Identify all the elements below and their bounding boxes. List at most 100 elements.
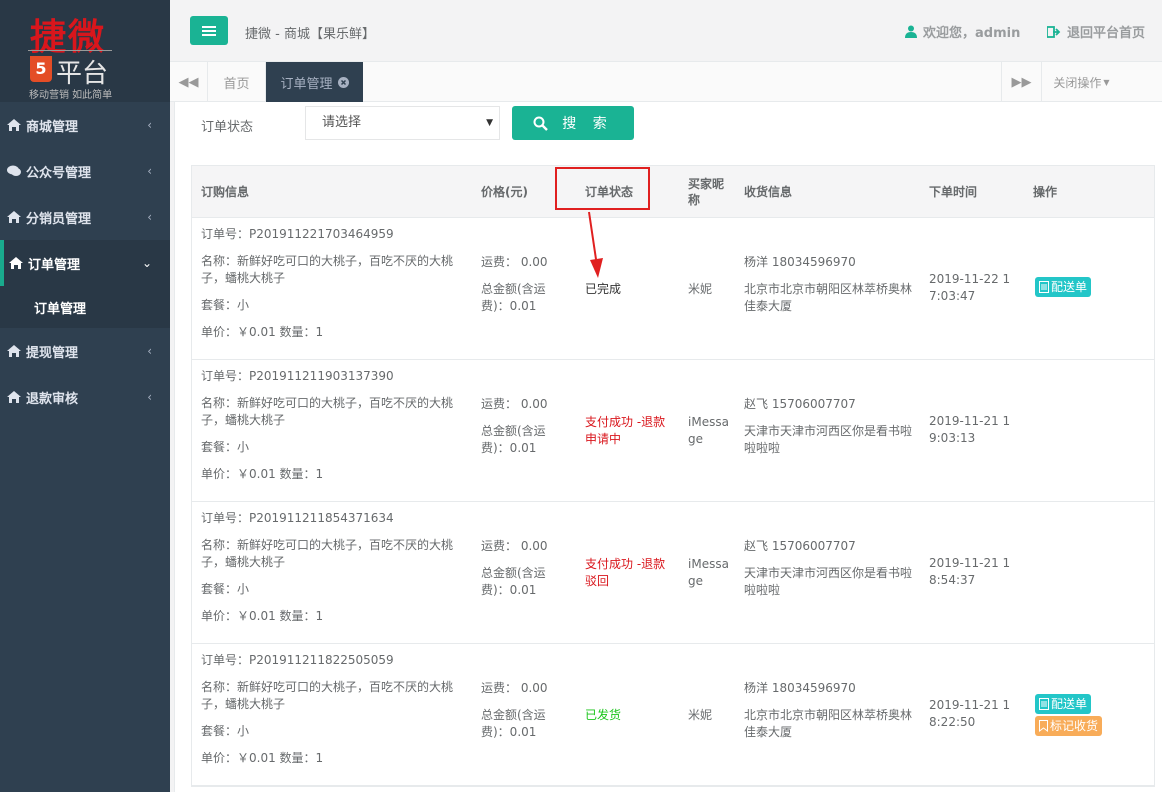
order-number: 订单号：P201911211854371634: [201, 511, 394, 525]
exit-platform-link[interactable]: 退回平台首页: [1047, 22, 1145, 41]
contact: 杨洋 18034596970: [744, 681, 856, 695]
main-content: 订单状态 请选择 ▼ 搜 索 订购信息 价格(元) 订单状态 买家昵称 收货信息…: [174, 102, 1162, 792]
menu-toggle-button[interactable]: [190, 16, 228, 45]
search-button[interactable]: 搜 索: [512, 106, 634, 140]
comments-icon: [7, 165, 21, 176]
address: 天津市天津市河西区你是看书啦啦啦啦: [744, 424, 913, 455]
sidebar-item-label: 商城管理: [26, 119, 79, 135]
sidebar-item-distributor[interactable]: 分销员管理 ‹: [0, 194, 170, 240]
breadcrumb: 捷微 - 商城【果乐鲜】: [245, 27, 375, 42]
order-time: 2019-11-21 18:54:37: [929, 556, 1011, 587]
sidebar-item-label: 退款审核: [26, 391, 79, 407]
table-row: 订单号：P201911211854371634 名称：新鲜好吃可口的大桃子，百吃…: [192, 502, 1154, 644]
total: 总金额(含运费)：0.01: [481, 424, 546, 455]
welcome-text: 欢迎您，admin: [923, 26, 1021, 41]
html5-icon: 5: [30, 56, 52, 82]
close-ops-label: 关闭操作: [1053, 75, 1102, 90]
chevron-left-icon: ‹: [147, 118, 152, 132]
product-name: 名称：新鲜好吃可口的大桃子，百吃不厌的大桃子，蟠桃大桃子: [201, 538, 454, 569]
search-button-label: 搜 索: [562, 116, 613, 132]
sidebar: 捷微 5 平台 移动营销 如此简单 商城管理 ‹ 公众号管理 ‹ 分销员管理 ‹…: [0, 0, 170, 792]
freight: 运费： 0.00: [481, 539, 548, 553]
forward-icon: ▶▶: [1011, 74, 1032, 90]
sidebar-item-label: 分销员管理: [26, 211, 92, 227]
price-info: 运费： 0.00 总金额(含运费)：0.01: [481, 396, 559, 457]
caret-down-icon: ▼: [1103, 77, 1110, 87]
address: 北京市北京市朝阳区林萃桥奥林佳泰大厦: [744, 282, 913, 313]
sidebar-item-refund[interactable]: 退款审核 ‹: [0, 374, 170, 420]
total: 总金额(含运费)：0.01: [481, 566, 546, 597]
product-name: 名称：新鲜好吃可口的大桃子，百吃不厌的大桃子，蟠桃大桃子: [201, 254, 454, 285]
unit-price: 单价：￥0.01 数量：1: [201, 325, 324, 339]
price-info: 运费： 0.00 总金额(含运费)：0.01: [481, 254, 559, 315]
price-info: 运费： 0.00 总金额(含运费)：0.01: [481, 680, 559, 741]
table-row: 订单号：P201911211822505059 名称：新鲜好吃可口的大桃子，百吃…: [192, 644, 1154, 786]
product-name: 名称：新鲜好吃可口的大桃子，百吃不厌的大桃子，蟠桃大桃子: [201, 680, 454, 711]
sidebar-item-withdraw[interactable]: 提现管理 ‹: [0, 328, 170, 374]
chevron-left-icon: ‹: [147, 344, 152, 358]
tab-scroll-left-button[interactable]: ◀◀: [170, 62, 208, 102]
chevron-down-icon: ⌄: [141, 256, 152, 270]
order-status: 支付成功 -退款申请中: [585, 415, 666, 446]
select-value: 请选择: [322, 115, 362, 130]
sidebar-item-label: 提现管理: [26, 345, 79, 361]
order-status: 支付成功 -退款驳回: [585, 557, 666, 588]
top-header: 捷微 - 商城【果乐鲜】 欢迎您，admin 退回平台首页: [170, 0, 1162, 62]
mark-received-button[interactable]: 标记收货: [1035, 716, 1103, 736]
tab-scroll-right-button[interactable]: ▶▶: [1001, 62, 1041, 102]
sidebar-subitem-orders[interactable]: 订单管理: [0, 286, 170, 328]
total: 总金额(含运费)：0.01: [481, 282, 546, 313]
chevron-left-icon: ‹: [147, 164, 152, 178]
logo: 捷微 5 平台 移动营销 如此简单: [0, 0, 170, 102]
backward-icon: ◀◀: [178, 74, 199, 90]
close-circle-icon[interactable]: [337, 76, 349, 88]
order-time: 2019-11-22 17:03:47: [929, 272, 1011, 303]
order-info: 订单号：P201911221703464959 名称：新鲜好吃可口的大桃子，百吃…: [201, 226, 471, 351]
table-row: 订单号：P201911211903137390 名称：新鲜好吃可口的大桃子，百吃…: [192, 360, 1154, 502]
order-status: 已完成: [585, 282, 622, 296]
header-ops: 操作: [1033, 185, 1058, 199]
contact: 杨洋 18034596970: [744, 255, 856, 269]
buyer-nickname: iMessage: [688, 557, 729, 588]
arrow-annotation-icon: [588, 211, 603, 278]
home-icon: [7, 391, 21, 403]
header-price: 价格(元): [481, 185, 528, 199]
order-status: 已发货: [585, 708, 622, 722]
header-info: 订购信息: [201, 185, 250, 199]
order-ops: 配送单 标记收货: [1035, 694, 1103, 738]
unit-price: 单价：￥0.01 数量：1: [201, 609, 324, 623]
buyer-nickname: 米妮: [688, 282, 713, 296]
logo-divider: [28, 50, 112, 51]
tabs-bar: ◀◀ 首页 订单管理 ▶▶ 关闭操作 ▼: [170, 62, 1162, 102]
sidebar-item-mall[interactable]: 商城管理 ‹: [0, 102, 170, 148]
order-number: 订单号：P201911221703464959: [201, 227, 394, 241]
order-ops: 配送单: [1035, 277, 1092, 299]
buyer-nickname: 米妮: [688, 708, 713, 722]
order-status-select[interactable]: 请选择 ▼: [305, 106, 500, 140]
package: 套餐：小: [201, 298, 250, 312]
order-number: 订单号：P201911211903137390: [201, 369, 394, 383]
header-buyer: 买家昵称: [688, 177, 725, 207]
order-number: 订单号：P201911211822505059: [201, 653, 394, 667]
file-icon: [1039, 698, 1049, 710]
mark-received-label: 标记收货: [1050, 718, 1099, 733]
welcome-user[interactable]: 欢迎您，admin: [905, 22, 1020, 41]
caret-down-icon: ▼: [486, 118, 493, 128]
close-operations-dropdown[interactable]: 关闭操作 ▼: [1041, 62, 1121, 102]
contact: 赵飞 15706007707: [744, 539, 856, 553]
address: 天津市天津市河西区你是看书啦啦啦啦: [744, 566, 913, 597]
unit-price: 单价：￥0.01 数量：1: [201, 467, 324, 481]
tab-orders[interactable]: 订单管理: [266, 62, 363, 102]
delivery-note-button[interactable]: 配送单: [1035, 694, 1092, 714]
sidebar-item-wechat[interactable]: 公众号管理 ‹: [0, 148, 170, 194]
tab-label: 订单管理: [280, 76, 333, 92]
sidebar-item-label: 公众号管理: [26, 165, 92, 181]
tab-home[interactable]: 首页: [208, 62, 266, 102]
delivery-note-button[interactable]: 配送单: [1035, 277, 1092, 297]
sidebar-item-orders[interactable]: 订单管理 ⌄: [0, 240, 170, 286]
shipping-info: 赵飞 15706007707 天津市天津市河西区你是看书啦啦啦啦: [744, 538, 916, 599]
contact: 赵飞 15706007707: [744, 397, 856, 411]
menu-icon: [202, 25, 216, 36]
delivery-note-label: 配送单: [1051, 279, 1088, 294]
exit-text: 退回平台首页: [1067, 26, 1146, 41]
